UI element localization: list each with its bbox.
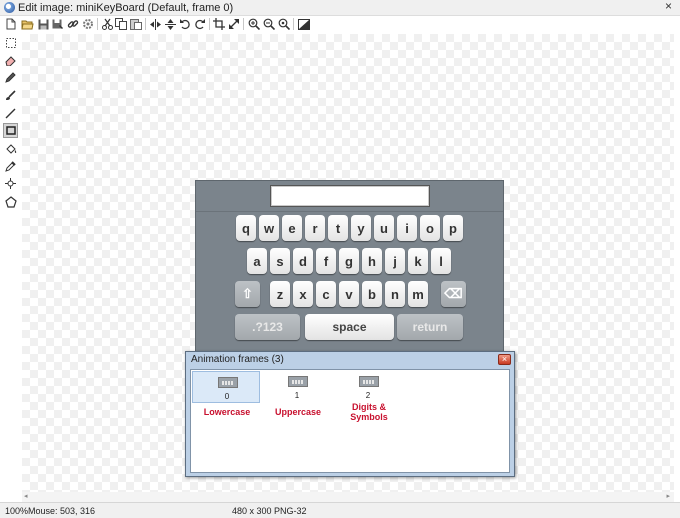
numbers-key: .?123 bbox=[235, 314, 300, 340]
key-s: s bbox=[270, 248, 290, 274]
animation-frames-close-button[interactable]: × bbox=[498, 354, 511, 365]
color-icon[interactable] bbox=[297, 17, 311, 31]
horizontal-scrollbar[interactable]: ◂ ▸ bbox=[22, 492, 674, 502]
frame-number: 0 bbox=[224, 392, 230, 401]
space-key: space bbox=[305, 314, 394, 340]
frame-item-0[interactable]: 0 bbox=[192, 371, 260, 403]
frame-number: 2 bbox=[365, 391, 371, 400]
key-a: a bbox=[247, 248, 267, 274]
resize-icon[interactable] bbox=[227, 17, 241, 31]
zoom-out-icon[interactable] bbox=[262, 17, 276, 31]
crosshair-icon[interactable] bbox=[4, 177, 17, 190]
window-title: Edit image: miniKeyBoard (Default, frame… bbox=[18, 2, 234, 14]
cut-icon[interactable] bbox=[100, 17, 114, 31]
toolbar-separator bbox=[243, 18, 244, 30]
key-r: r bbox=[305, 215, 325, 241]
tool-panel bbox=[0, 34, 20, 502]
pencil-icon[interactable] bbox=[4, 71, 17, 84]
key-c: c bbox=[316, 281, 336, 307]
animation-frames-list: 0 1 2 Lowercase Uppercase Digits & Symbo… bbox=[190, 369, 510, 473]
line-icon[interactable] bbox=[4, 107, 17, 120]
key-y: y bbox=[351, 215, 371, 241]
scroll-left-icon[interactable]: ◂ bbox=[24, 492, 28, 502]
frame-label: Lowercase bbox=[203, 407, 251, 417]
shift-key: ⇧ bbox=[235, 281, 260, 307]
toolbar-separator bbox=[145, 18, 146, 30]
flip-horizontal-icon[interactable] bbox=[148, 17, 162, 31]
rotate-left-icon[interactable] bbox=[178, 17, 192, 31]
crop-icon[interactable] bbox=[212, 17, 226, 31]
brush-icon[interactable] bbox=[4, 89, 17, 102]
keyboard-divider bbox=[196, 211, 503, 212]
animation-frames-title: Animation frames (3) bbox=[191, 354, 284, 365]
save-as-icon[interactable] bbox=[51, 17, 65, 31]
paste-icon[interactable] bbox=[129, 17, 143, 31]
key-h: h bbox=[362, 248, 382, 274]
key-k: k bbox=[408, 248, 428, 274]
key-m: m bbox=[408, 281, 428, 307]
key-e: e bbox=[282, 215, 302, 241]
frame-thumbnail bbox=[218, 377, 238, 388]
toolbar-separator bbox=[97, 18, 98, 30]
zoom-in-icon[interactable] bbox=[247, 17, 261, 31]
frame-number: 1 bbox=[294, 391, 300, 400]
flip-vertical-icon[interactable] bbox=[163, 17, 177, 31]
key-l: l bbox=[431, 248, 451, 274]
rectangle-icon[interactable] bbox=[3, 123, 18, 138]
backspace-key: ⌫ bbox=[441, 281, 466, 307]
save-icon[interactable] bbox=[36, 17, 50, 31]
keyboard-image[interactable]: q w e r t y u i o p a s d f g h j k l ⇧ … bbox=[195, 180, 504, 358]
key-n: n bbox=[385, 281, 405, 307]
mouse-position: Mouse: 503, 316 bbox=[28, 506, 96, 516]
return-key: return bbox=[397, 314, 463, 340]
key-f: f bbox=[316, 248, 336, 274]
key-d: d bbox=[293, 248, 313, 274]
frame-item-2[interactable]: 2 bbox=[334, 371, 402, 403]
frame-label: Digits & Symbols bbox=[350, 402, 388, 422]
key-o: o bbox=[420, 215, 440, 241]
image-info: 480 x 300 PNG-32 bbox=[232, 506, 307, 516]
toolbar bbox=[0, 16, 680, 34]
key-j: j bbox=[385, 248, 405, 274]
open-icon[interactable] bbox=[20, 17, 34, 31]
toolbar-separator bbox=[293, 18, 294, 30]
window-titlebar: Edit image: miniKeyBoard (Default, frame… bbox=[0, 0, 680, 16]
copy-icon[interactable] bbox=[114, 17, 128, 31]
animation-frames-header: Animation frames (3) × bbox=[186, 352, 514, 368]
toolbar-separator bbox=[209, 18, 210, 30]
rotate-right-icon[interactable] bbox=[193, 17, 207, 31]
key-u: u bbox=[374, 215, 394, 241]
key-w: w bbox=[259, 215, 279, 241]
key-b: b bbox=[362, 281, 382, 307]
key-p: p bbox=[443, 215, 463, 241]
key-z: z bbox=[270, 281, 290, 307]
scroll-right-icon[interactable]: ▸ bbox=[666, 492, 670, 502]
frame-label: Uppercase bbox=[274, 407, 322, 417]
settings-icon[interactable] bbox=[81, 17, 95, 31]
app-icon bbox=[4, 2, 15, 13]
frame-item-1[interactable]: 1 bbox=[263, 371, 331, 403]
key-q: q bbox=[236, 215, 256, 241]
fill-icon[interactable] bbox=[4, 142, 17, 155]
key-v: v bbox=[339, 281, 359, 307]
key-x: x bbox=[293, 281, 313, 307]
keyboard-text-field bbox=[270, 185, 430, 207]
key-i: i bbox=[397, 215, 417, 241]
zoom-level: 100% bbox=[5, 506, 29, 516]
status-bar: 100% Mouse: 503, 316 480 x 300 PNG-32 bbox=[0, 502, 680, 518]
eyedropper-icon[interactable] bbox=[4, 160, 17, 173]
select-rect-icon[interactable] bbox=[4, 36, 17, 49]
new-icon[interactable] bbox=[4, 17, 18, 31]
animation-frames-panel: Animation frames (3) × 0 1 2 Lowercase U… bbox=[185, 351, 515, 477]
frame-thumbnail bbox=[359, 376, 379, 387]
link-icon[interactable] bbox=[66, 17, 80, 31]
zoom-actual-icon[interactable] bbox=[277, 17, 291, 31]
polygon-icon[interactable] bbox=[4, 195, 17, 208]
window-close-button[interactable]: × bbox=[665, 0, 672, 13]
frame-thumbnail bbox=[288, 376, 308, 387]
eraser-icon[interactable] bbox=[4, 54, 17, 67]
key-g: g bbox=[339, 248, 359, 274]
key-t: t bbox=[328, 215, 348, 241]
